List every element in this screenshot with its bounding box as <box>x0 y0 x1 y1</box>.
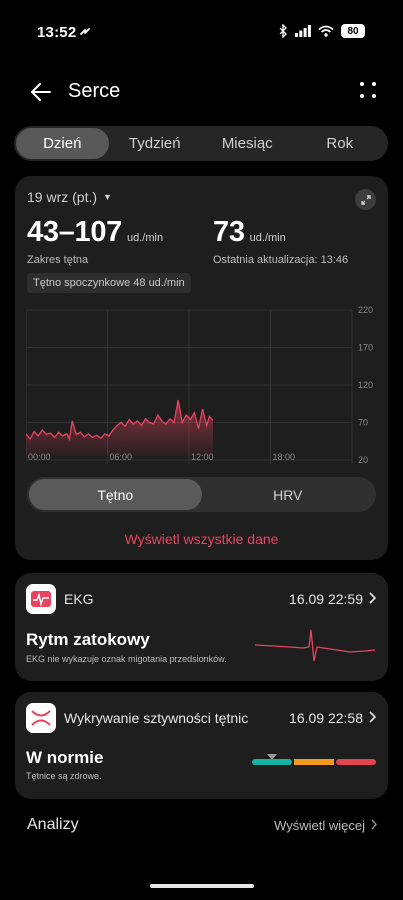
x-tick-label: 12:00 <box>191 452 214 462</box>
y-tick-label: 120 <box>358 380 373 390</box>
chevron-right-icon <box>371 818 378 833</box>
wifi-icon <box>318 25 334 37</box>
heart-rate-card: 19 wrz (pt.) ▼ 43–107 ud./min Zakres tęt… <box>15 176 388 560</box>
latest-heart-rate: 73 ud./min <box>213 216 286 249</box>
period-tabs: Dzień Tydzień Miesiąc Rok <box>14 126 388 161</box>
range-value: 43–107 <box>27 216 122 248</box>
x-tick-label: 00:00 <box>28 452 51 462</box>
analyses-title: Analizy <box>27 816 79 833</box>
x-tick-label: 18:00 <box>273 452 296 462</box>
scale-segment-normal <box>252 759 292 765</box>
expand-icon <box>360 194 371 205</box>
artery-timestamp: 16.09 22:58 <box>289 710 363 726</box>
ekg-icon <box>31 591 51 607</box>
tab-day[interactable]: Dzień <box>16 128 109 159</box>
battery-indicator: 80 <box>341 24 365 38</box>
ekg-timestamp: 16.09 22:59 <box>289 591 363 607</box>
ekg-result: Rytm zatokowy <box>26 630 150 649</box>
artery-result: W normie <box>26 748 104 767</box>
back-arrow-icon[interactable] <box>28 80 54 104</box>
tab-week[interactable]: Tydzień <box>109 128 202 159</box>
artery-icon <box>31 710 51 726</box>
fullscreen-button[interactable] <box>355 189 376 210</box>
heart-rate-range: 43–107 ud./min <box>27 216 163 249</box>
artery-app-icon <box>26 703 56 733</box>
link-icon <box>80 28 90 35</box>
y-tick-label: 20 <box>358 455 368 465</box>
ekg-description: EKG nie wykazuje oznak migotania przedsi… <box>26 654 227 664</box>
signal-icon <box>295 25 311 37</box>
heart-rate-area <box>26 400 213 456</box>
tab-year[interactable]: Rok <box>294 128 387 159</box>
latest-update-label: Ostatnia aktualizacja: 13:46 <box>213 254 349 266</box>
chevron-right-icon <box>369 710 377 726</box>
view-all-data-link[interactable]: Wyświetl wszystkie dane <box>15 531 388 547</box>
artery-title: Wykrywanie sztywności tętnic <box>64 710 249 726</box>
status-time: 13:52 <box>37 24 77 41</box>
metric-toggle: Tętno HRV <box>27 477 376 512</box>
latest-unit: ud./min <box>249 232 286 244</box>
toggle-hrv[interactable]: HRV <box>202 479 375 510</box>
artery-time[interactable]: 16.09 22:58 <box>289 710 377 726</box>
chevron-right-icon <box>369 591 377 607</box>
more-options-icon[interactable] <box>359 81 377 99</box>
caret-down-icon: ▼ <box>103 192 112 202</box>
x-tick-label: 06:00 <box>110 452 133 462</box>
ekg-card[interactable]: EKG 16.09 22:59 Rytm zatokowy EKG nie wy… <box>15 573 388 681</box>
home-indicator[interactable] <box>150 884 254 888</box>
artery-stiffness-card[interactable]: Wykrywanie sztywności tętnic 16.09 22:58… <box>15 692 388 799</box>
y-tick-label: 70 <box>358 418 368 428</box>
ekg-time[interactable]: 16.09 22:59 <box>289 591 377 607</box>
page-title: Serce <box>68 80 121 102</box>
toggle-heart-rate[interactable]: Tętno <box>29 479 202 510</box>
ekg-title: EKG <box>64 591 94 607</box>
view-more-label: Wyświetl więcej <box>274 818 365 833</box>
latest-value: 73 <box>213 216 245 248</box>
ekg-waveform <box>255 629 375 662</box>
range-label: Zakres tętna <box>27 254 89 266</box>
tab-month[interactable]: Miesiąc <box>201 128 294 159</box>
status-icons: 80 <box>279 24 365 38</box>
header: Serce <box>0 72 403 112</box>
bluetooth-icon <box>279 24 287 38</box>
ekg-app-icon <box>26 584 56 614</box>
scale-segment-moderate <box>294 759 334 765</box>
resting-heart-rate-badge: Tętno spoczynkowe 48 ud./min <box>27 273 191 293</box>
y-tick-label: 220 <box>358 306 373 315</box>
heart-rate-chart[interactable]: 220 170 120 70 20 00:00 06:00 12:00 18:00 <box>26 306 381 468</box>
y-tick-label: 170 <box>358 343 373 353</box>
date-label: 19 wrz (pt.) <box>27 189 98 205</box>
range-unit: ud./min <box>126 232 164 244</box>
status-bar: 13:52 80 <box>0 0 403 64</box>
artery-scale <box>252 754 376 765</box>
artery-description: Tętnice są zdrowe. <box>26 771 102 781</box>
view-more-link[interactable]: Wyświetl więcej <box>274 818 378 833</box>
scale-segment-high <box>336 759 376 765</box>
date-selector[interactable]: 19 wrz (pt.) ▼ <box>27 189 112 205</box>
